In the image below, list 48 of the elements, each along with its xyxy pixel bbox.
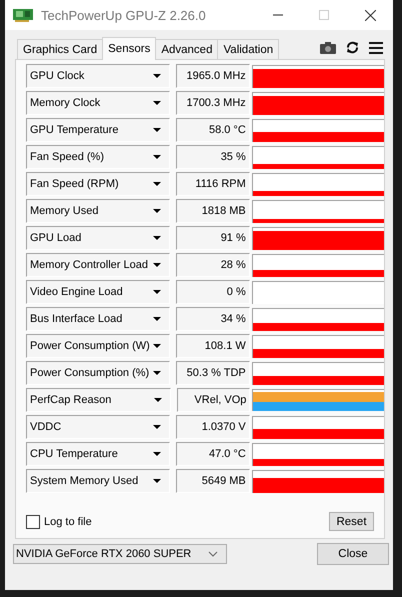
sensor-value: 1965.0 MHz — [176, 64, 250, 88]
sensor-select[interactable]: System Memory Used — [26, 469, 170, 493]
app-logo-icon — [13, 8, 33, 22]
sensor-select[interactable]: Fan Speed (RPM) — [26, 172, 170, 196]
device-select[interactable]: NVIDIA GeForce RTX 2060 SUPER — [13, 544, 227, 564]
sensor-select[interactable]: Memory Clock — [26, 91, 170, 115]
sensor-value: 0 % — [176, 280, 250, 304]
sensor-value: 34 % — [176, 307, 250, 331]
sensor-select[interactable]: GPU Temperature — [26, 118, 170, 142]
menu-icon[interactable] — [369, 42, 383, 54]
sensor-select[interactable]: Memory Used — [26, 199, 170, 223]
sensor-value: VRel, VOp — [176, 388, 250, 412]
sensor-value: 1700.3 MHz — [176, 91, 250, 115]
checkbox-label: Log to file — [44, 516, 92, 528]
sensor-value: 50.3 % TDP — [176, 361, 250, 385]
sensor-select[interactable]: GPU Clock — [26, 64, 170, 88]
refresh-icon[interactable] — [346, 41, 359, 54]
chevron-icon — [208, 551, 218, 557]
sensor-select[interactable]: GPU Load — [26, 226, 170, 250]
sensor-value: 1818 MB — [176, 199, 250, 223]
sensor-value: 58.0 °C — [176, 118, 250, 142]
sensor-value: 1.0370 V — [176, 415, 250, 439]
sensor-select[interactable]: Fan Speed (%) — [26, 145, 170, 169]
sensor-select[interactable]: CPU Temperature — [26, 442, 170, 466]
log-checkbox[interactable] — [26, 514, 40, 528]
sensor-value: 35 % — [176, 145, 250, 169]
sensor-select[interactable]: Power Consumption (W) — [26, 334, 170, 358]
sensor-select[interactable]: Memory Controller Load — [26, 253, 170, 277]
close-button[interactable]: Close — [317, 543, 389, 565]
close-icon — [364, 10, 376, 20]
sensor-select[interactable]: Video Engine Load — [26, 280, 170, 304]
window-title: TechPowerUp GPU-Z 2.26.0 — [41, 8, 207, 22]
sensor-value: 91 % — [176, 226, 250, 250]
tab[interactable]: Graphics Card — [17, 39, 104, 59]
sensor-select[interactable]: Power Consumption (%) — [26, 361, 170, 385]
tab[interactable]: Sensors — [102, 37, 156, 60]
tab[interactable]: Validation — [217, 39, 280, 59]
sensor-select[interactable]: PerfCap Reason — [26, 388, 171, 412]
sensor-value: 108.1 W — [176, 334, 250, 358]
sensor-value: 47.0 °C — [176, 442, 250, 466]
sensor-value: 5649 MB — [176, 469, 250, 493]
sensor-select[interactable]: Bus Interface Load — [26, 307, 170, 331]
maximize-icon — [319, 10, 329, 20]
sensor-value: 28 % — [176, 253, 250, 277]
camera-icon[interactable] — [320, 42, 336, 54]
reset-button[interactable]: Reset — [329, 512, 374, 531]
sensor-value: 1116 RPM — [176, 172, 250, 196]
sensor-select[interactable]: VDDC — [26, 415, 170, 439]
